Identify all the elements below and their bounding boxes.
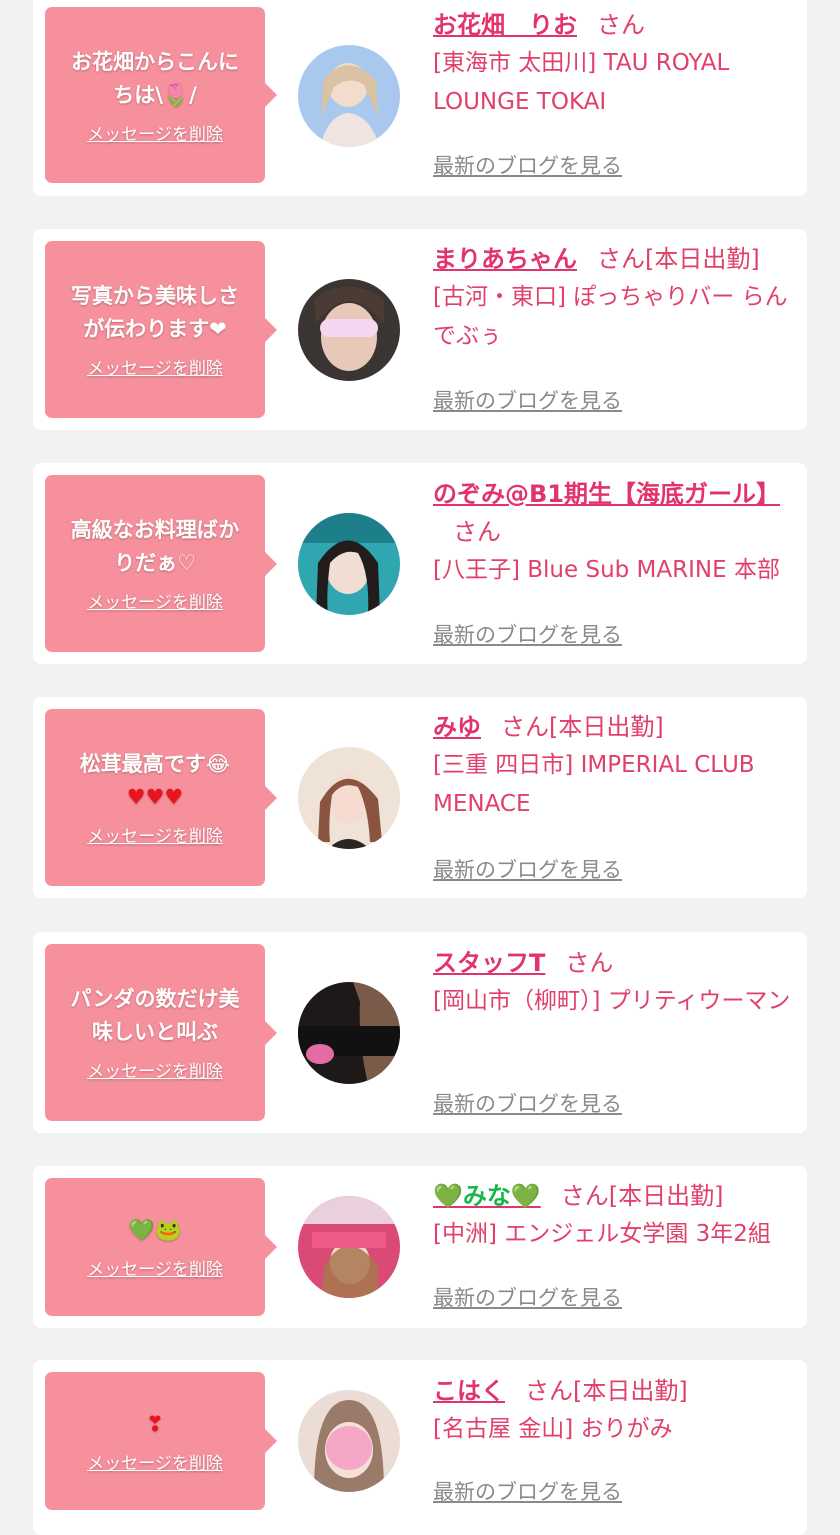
user-status: さん[本日出勤] [597, 245, 760, 273]
message-text: ❣ [146, 1412, 164, 1436]
list-item: パンダの数だけ美 味しいと叫ぶ メッセージを削除 スタッフT さん [岡山市（柳町… [33, 932, 807, 1133]
shop-info: [中洲] エンジェル女学園 3年2組 [433, 1221, 771, 1247]
delete-message-button[interactable]: メッセージを削除 [87, 1057, 223, 1082]
user-name-link[interactable]: まりあちゃん [433, 245, 577, 273]
avatar[interactable] [298, 1390, 400, 1492]
avatar[interactable] [298, 513, 400, 615]
list-item: 松茸最高です😂 ♥♥♥ メッセージを削除 みゆ さん[本日出勤] [三重 四日市]… [33, 697, 807, 898]
list-item: 💚🐸 メッセージを削除 💚みな💚 さん[本日出勤] [中洲] エンジェル女学園 3… [33, 1166, 807, 1328]
blog-link[interactable]: 最新のブログを見る [433, 854, 622, 884]
avatar[interactable] [298, 279, 400, 381]
list-item: 高級なお料理ばか りだぁ♡ メッセージを削除 のぞみ@B1期生【海底ガール】さん… [33, 463, 807, 664]
card-info: こはく さん[本日出勤] [名古屋 金山] おりがみ [433, 1372, 797, 1449]
user-name-link[interactable]: のぞみ@B1期生【海底ガール】 [433, 480, 780, 508]
user-status: さん [453, 518, 501, 546]
delete-message-button[interactable]: メッセージを削除 [87, 588, 223, 613]
list-item: ❣ メッセージを削除 こはく さん[本日出勤] [名古屋 金山] おりがみ 最新の… [33, 1360, 807, 1535]
message-text: 💚🐸 [128, 1218, 182, 1242]
message-bubble: 松茸最高です😂 ♥♥♥ メッセージを削除 [45, 709, 277, 886]
message-bubble: 高級なお料理ばか りだぁ♡ メッセージを削除 [45, 475, 277, 652]
avatar[interactable] [298, 747, 400, 849]
blog-link[interactable]: 最新のブログを見る [433, 385, 622, 415]
avatar[interactable] [298, 1196, 400, 1298]
message-bubble: 写真から美味しさ が伝わります❤ メッセージを削除 [45, 241, 277, 418]
message-text: 写真から美味しさ が伝わります❤ [71, 284, 239, 341]
blog-link[interactable]: 最新のブログを見る [433, 1476, 622, 1506]
card-info: のぞみ@B1期生【海底ガール】さん [八王子] Blue Sub MARINE … [433, 475, 797, 590]
user-status: さん [565, 949, 614, 977]
list-item: 写真から美味しさ が伝わります❤ メッセージを削除 まりあちゃん さん[本日出勤]… [33, 229, 807, 430]
shop-info: [三重 四日市] IMPERIAL CLUB MENACE [433, 752, 755, 817]
user-name-link[interactable]: お花畑 りお [433, 11, 577, 39]
blog-link[interactable]: 最新のブログを見る [433, 150, 622, 180]
shop-info: [名古屋 金山] おりがみ [433, 1416, 673, 1442]
user-status: さん [597, 11, 645, 39]
message-bubble: ❣ メッセージを削除 [45, 1372, 277, 1510]
user-status: さん[本日出勤] [501, 713, 664, 741]
card-info: 💚みな💚 さん[本日出勤] [中洲] エンジェル女学園 3年2組 [433, 1177, 797, 1254]
avatar[interactable] [298, 982, 400, 1084]
shop-info: [東海市 太田川] TAU ROYAL LOUNGE TOKAI [433, 50, 730, 115]
delete-message-button[interactable]: メッセージを削除 [87, 1449, 223, 1474]
delete-message-button[interactable]: メッセージを削除 [87, 1255, 223, 1280]
message-text: パンダの数だけ美 味しいと叫ぶ [70, 987, 240, 1044]
message-bubble: 💚🐸 メッセージを削除 [45, 1178, 277, 1316]
user-status: さん[本日出勤] [525, 1377, 688, 1405]
message-bubble: パンダの数だけ美 味しいと叫ぶ メッセージを削除 [45, 944, 277, 1121]
delete-message-button[interactable]: メッセージを削除 [87, 120, 223, 145]
user-name-link[interactable]: こはく [433, 1377, 505, 1405]
message-text: 高級なお料理ばか りだぁ♡ [70, 518, 240, 575]
message-text: 松茸最高です😂 ♥♥♥ [79, 752, 231, 809]
blog-link[interactable]: 最新のブログを見る [433, 619, 622, 649]
message-text: お花畑からこんに ちは\🌷/ [71, 49, 239, 107]
user-name-link[interactable]: みゆ [433, 713, 481, 741]
card-info: スタッフT さん [岡山市（柳町）] プリティウーマン [433, 944, 797, 1021]
user-name-link[interactable]: 💚みな💚 [433, 1182, 541, 1210]
message-bubble: お花畑からこんに ちは\🌷/ メッセージを削除 [45, 7, 277, 183]
avatar[interactable] [298, 45, 400, 147]
card-info: まりあちゃん さん[本日出勤] [古河・東口] ぽっちゃりバー らんでぶぅ [433, 240, 797, 356]
list-item: お花畑からこんに ちは\🌷/ メッセージを削除 お花畑 りお さん [東海市 太田… [33, 0, 807, 196]
shop-info: [八王子] Blue Sub MARINE 本部 [433, 557, 780, 583]
blog-link[interactable]: 最新のブログを見る [433, 1282, 622, 1312]
delete-message-button[interactable]: メッセージを削除 [87, 354, 223, 379]
user-name-link[interactable]: スタッフT [433, 949, 545, 977]
card-info: お花畑 りお さん [東海市 太田川] TAU ROYAL LOUNGE TOKA… [433, 6, 797, 122]
message-list: お花畑からこんに ちは\🌷/ メッセージを削除 お花畑 りお さん [東海市 太田… [0, 0, 840, 1535]
user-status: さん[本日出勤] [560, 1182, 724, 1210]
delete-message-button[interactable]: メッセージを削除 [87, 822, 223, 847]
shop-info: [岡山市（柳町）] プリティウーマン [433, 988, 791, 1014]
blog-link[interactable]: 最新のブログを見る [433, 1088, 622, 1118]
shop-info: [古河・東口] ぽっちゃりバー らんでぶぅ [433, 284, 788, 349]
card-info: みゆ さん[本日出勤] [三重 四日市] IMPERIAL CLUB MENACE [433, 708, 797, 824]
